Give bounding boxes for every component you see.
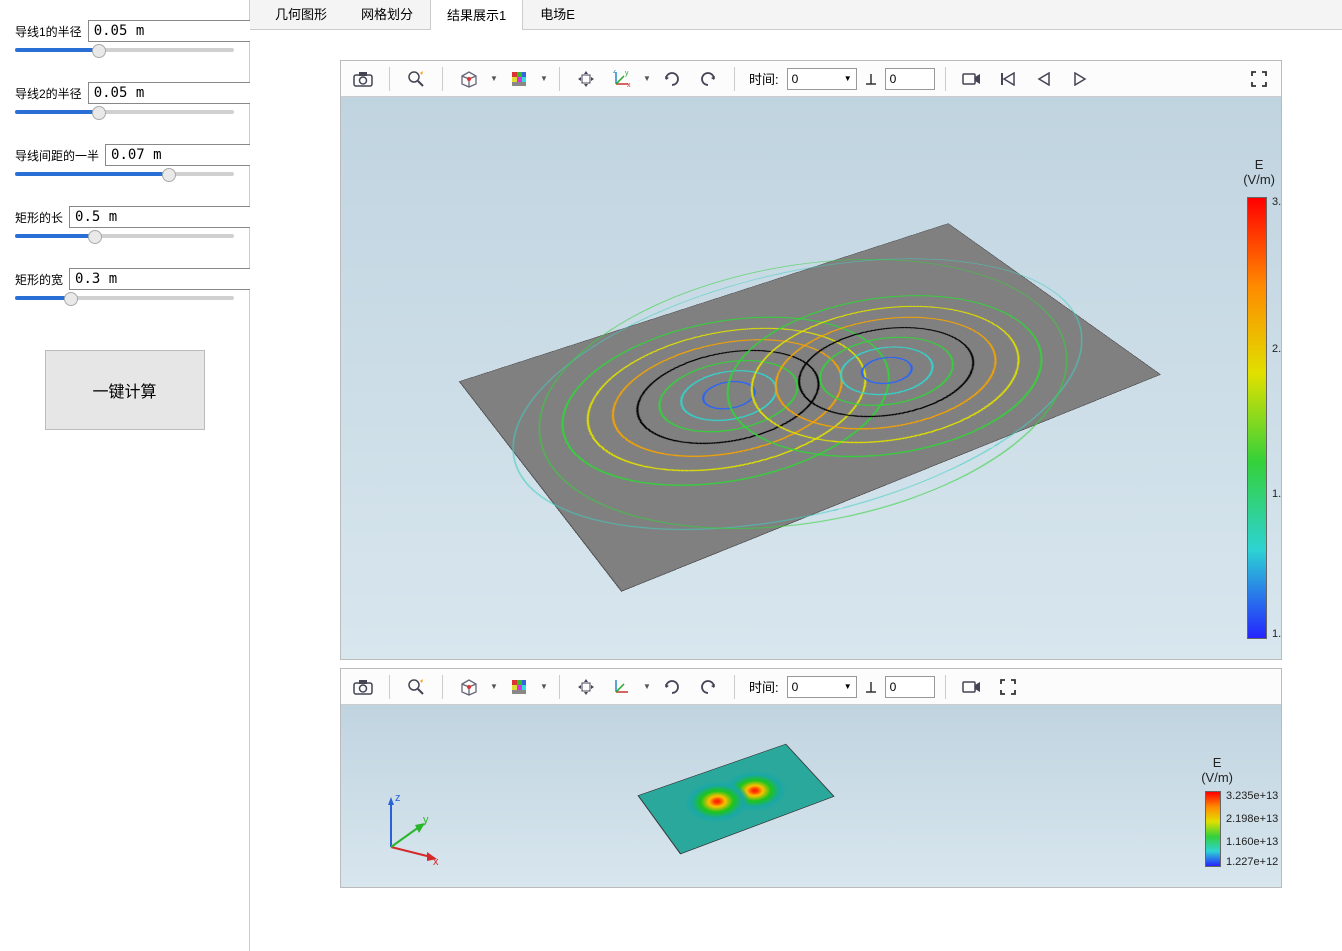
param-rect-length: 矩形的长 xyxy=(15,206,234,238)
rect-length-slider[interactable] xyxy=(15,234,234,238)
axes-icon[interactable]: z yx xyxy=(606,65,638,93)
zoom-icon[interactable] xyxy=(400,673,432,701)
svg-text:x: x xyxy=(627,82,631,88)
frame-spinner[interactable]: 0 xyxy=(885,676,935,698)
view1-canvas[interactable]: E(V/m) 3.235e+13 2.198e+13 1.160e+13 1.2… xyxy=(341,97,1281,659)
svg-text:z: z xyxy=(395,792,401,804)
chevron-down-icon[interactable]: ▼ xyxy=(539,682,549,691)
rotate-ccw-icon[interactable] xyxy=(692,673,724,701)
surface-plot xyxy=(637,744,834,855)
time-label: 时间: xyxy=(749,69,779,88)
expand-icon[interactable] xyxy=(992,673,1024,701)
tab-efield[interactable]: 电场E xyxy=(523,0,592,29)
colorbar-title: E(V/m) xyxy=(1243,157,1275,187)
param-label: 矩形的宽 xyxy=(15,271,63,288)
first-icon[interactable] xyxy=(992,65,1024,93)
camera-icon[interactable] xyxy=(347,673,379,701)
rect-width-slider[interactable] xyxy=(15,296,234,300)
perp-icon[interactable] xyxy=(861,673,881,701)
time-select[interactable]: 0▼ xyxy=(787,676,857,698)
move-icon[interactable] xyxy=(570,673,602,701)
compute-button[interactable]: 一键计算 xyxy=(45,350,205,430)
main-area: 几何图形 网格划分 结果展示1 电场E ▼ ▼ zyx ▼ xyxy=(250,0,1342,951)
param-rect-width: 矩形的宽 xyxy=(15,268,234,300)
view2-toolbar: ▼ ▼ ▼ 时间: 0▼ 0 xyxy=(341,669,1281,705)
view2-canvas[interactable]: z y x E(V/m) 3.235e+13 2.198e+13 1.160e+… xyxy=(341,705,1281,887)
move-icon[interactable] xyxy=(570,65,602,93)
param-label: 导线2的半径 xyxy=(15,85,82,102)
view-surface: ▼ ▼ ▼ 时间: 0▼ 0 xyxy=(340,668,1282,888)
contour-plot xyxy=(460,224,1160,591)
chevron-down-icon[interactable]: ▼ xyxy=(642,682,652,691)
play-icon[interactable] xyxy=(1064,65,1096,93)
expand-icon[interactable] xyxy=(1243,65,1275,93)
camera-icon[interactable] xyxy=(347,65,379,93)
chevron-down-icon[interactable]: ▼ xyxy=(489,74,499,83)
colorbar-mini: 3.235e+13 2.198e+13 1.160e+13 1.227e+12 xyxy=(1205,791,1221,867)
perp-icon[interactable] xyxy=(861,65,881,93)
wire2-radius-slider[interactable] xyxy=(15,110,234,114)
cube-icon[interactable] xyxy=(503,673,535,701)
time-select[interactable]: 0▼ xyxy=(787,68,857,90)
param-half-distance: 导线间距的一半 xyxy=(15,144,234,176)
axes-icon[interactable] xyxy=(606,673,638,701)
zoom-icon[interactable] xyxy=(400,65,432,93)
param-label: 导线间距的一半 xyxy=(15,147,99,164)
chevron-down-icon[interactable]: ▼ xyxy=(539,74,549,83)
box-icon[interactable] xyxy=(453,65,485,93)
record-icon[interactable] xyxy=(956,673,988,701)
rotate-cw-icon[interactable] xyxy=(656,65,688,93)
chevron-down-icon[interactable]: ▼ xyxy=(642,74,652,83)
chevron-down-icon[interactable]: ▼ xyxy=(489,682,499,691)
svg-text:y: y xyxy=(423,814,429,826)
svg-text:x: x xyxy=(433,856,439,867)
svg-text:z: z xyxy=(613,70,617,75)
colorbar-title: E(V/m) xyxy=(1201,755,1233,785)
rotate-cw-icon[interactable] xyxy=(656,673,688,701)
time-label: 时间: xyxy=(749,677,779,696)
axis-triad: z y x xyxy=(371,787,451,867)
tab-bar: 几何图形 网格划分 结果展示1 电场E xyxy=(250,0,1342,30)
record-icon[interactable] xyxy=(956,65,988,93)
rotate-ccw-icon[interactable] xyxy=(692,65,724,93)
tab-content: ▼ ▼ zyx ▼ 时间: 0▼ 0 xyxy=(250,30,1342,951)
param-wire2-radius: 导线2的半径 xyxy=(15,82,234,114)
view-contour: ▼ ▼ z yx ▼ 时间: 0▼ 0 xyxy=(340,60,1282,660)
rect-width-input[interactable] xyxy=(69,268,260,290)
frame-spinner[interactable]: 0 xyxy=(885,68,935,90)
box-icon[interactable] xyxy=(453,673,485,701)
colorbar-main: 3.235e+13 2.198e+13 1.160e+13 1.227e+12 xyxy=(1247,197,1267,639)
view1-toolbar: ▼ ▼ z yx ▼ 时间: 0▼ 0 xyxy=(341,61,1281,97)
tab-mesh[interactable]: 网格划分 xyxy=(344,0,430,29)
param-wire1-radius: 导线1的半径 xyxy=(15,20,234,52)
param-label: 矩形的长 xyxy=(15,209,63,226)
tab-results1[interactable]: 结果展示1 xyxy=(430,0,523,30)
svg-text:y: y xyxy=(625,70,629,77)
prev-icon[interactable] xyxy=(1028,65,1060,93)
tab-geometry[interactable]: 几何图形 xyxy=(258,0,344,29)
param-label: 导线1的半径 xyxy=(15,23,82,40)
settings-panel: 导线1的半径 导线2的半径 导线间距的一半 矩形的长 矩形的宽 一键计算 xyxy=(0,0,250,951)
cube-icon[interactable] xyxy=(503,65,535,93)
half-distance-slider[interactable] xyxy=(15,172,234,176)
rect-length-input[interactable] xyxy=(69,206,260,228)
wire1-radius-slider[interactable] xyxy=(15,48,234,52)
